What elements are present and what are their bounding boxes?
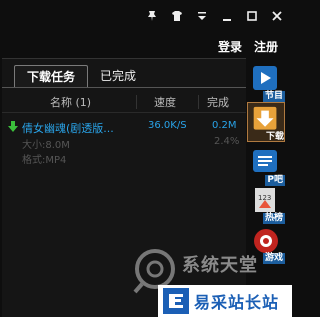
task-done: 0.2M [212,120,237,131]
site-logo-icon [163,288,189,314]
column-divider [198,95,199,109]
sidebar-item-label: 游戏 [262,253,285,264]
register-link[interactable]: 注册 [254,38,278,55]
sidebar: 节目 下载 P吧 123 热榜 游戏 [246,58,292,317]
minimize-icon[interactable] [220,9,234,23]
task-name: 倩女幽魂(剧透版... [22,122,114,135]
sidebar-item-ranking[interactable]: 123 热榜 [249,186,285,224]
task-format: 格式:MP4 [22,155,67,166]
close-icon[interactable] [270,9,284,23]
column-done[interactable]: 完成 [207,94,229,110]
task-percent: 2.4% [214,136,240,147]
sidebar-item-download[interactable]: 下载 [247,102,285,142]
tab-divider [2,87,246,88]
auth-links: 登录 注册 [218,38,278,55]
site-banner-text: 易采站长站 [194,293,280,312]
pin-icon[interactable] [145,9,159,23]
download-arrow-icon [8,121,18,132]
sidebar-item-program[interactable]: 节目 [249,64,285,102]
sidebar-item-label: 节目 [262,91,285,102]
sidebar-item-game[interactable]: 游戏 [249,226,285,264]
task-size: 大小:8.0M [22,140,70,151]
tab-bar: 下载任务 已完成 [14,65,148,87]
column-divider [136,95,137,109]
shirt-icon[interactable] [170,9,184,23]
tab-download-tasks[interactable]: 下载任务 [14,65,89,87]
sidebar-item-label: 下载 [265,132,284,142]
login-link[interactable]: 登录 [218,38,242,55]
menu-icon[interactable] [195,9,209,23]
task-speed: 36.0K/S [148,120,187,131]
column-speed[interactable]: 速度 [154,94,176,110]
sidebar-item-forum[interactable]: P吧 [249,148,285,186]
table-header: 名称 (1) 速度 完成 [2,91,246,113]
column-name[interactable]: 名称 (1) [50,94,91,110]
sidebar-item-label: 热榜 [262,213,285,224]
table-row[interactable]: 倩女幽魂(剧透版... 36.0K/S 0.2M 大小:8.0M 2.4% 格式… [2,117,246,169]
tab-completed[interactable]: 已完成 [88,65,148,87]
maximize-icon[interactable] [245,9,259,23]
title-bar [0,0,292,34]
site-banner: 易采站长站 [158,285,292,317]
sidebar-item-label: P吧 [265,175,285,186]
